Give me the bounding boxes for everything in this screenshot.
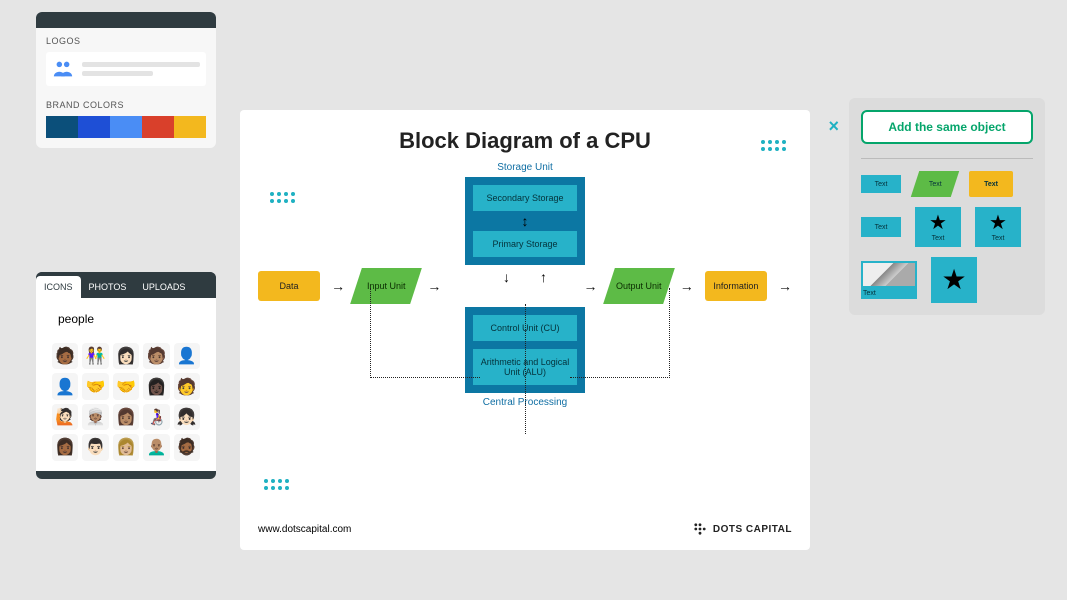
person-avatar-1[interactable]: 🧑🏾 <box>52 343 78 369</box>
brand-panel: LOGOS BRAND COLORS <box>36 12 216 148</box>
star-icon: ★ <box>929 213 947 233</box>
canvas-footer: www.dotscapital.com DOTS CAPITAL <box>258 522 792 536</box>
diagram-canvas[interactable]: Block Diagram of a CPU Storage Unit Seco… <box>240 110 810 550</box>
diagram-title: Block Diagram of a CPU <box>258 128 792 154</box>
brand-color-swatches <box>46 116 206 138</box>
handshake-icon-1[interactable]: 🤝 <box>82 373 108 399</box>
icon-tabs: ICONS PHOTOS UPLOADS <box>36 272 216 298</box>
silhouette-icon-2[interactable]: 👤 <box>52 373 78 399</box>
close-icon[interactable]: × <box>828 116 839 137</box>
information-node[interactable]: Information <box>705 271 767 301</box>
person-avatar-11[interactable]: 👨🏻 <box>82 434 108 460</box>
obj-cyan-rect[interactable]: Text <box>861 175 901 193</box>
dots-capital-icon <box>693 522 707 536</box>
obj-star-block-2[interactable]: ★Text <box>975 207 1021 247</box>
footer-url: www.dotscapital.com <box>258 524 351 535</box>
swatch-2[interactable] <box>78 116 110 138</box>
app-frame: LOGOS BRAND COLORS ICONS PHOTOS UPLOADS <box>0 0 1067 600</box>
star-icon: ★ <box>941 266 966 294</box>
person-avatar-10[interactable]: 👩🏾 <box>52 434 78 460</box>
object-panel: Add the same object Text Text Text Text … <box>849 98 1045 315</box>
handshake-icon-2[interactable]: 🤝 <box>113 373 139 399</box>
obj-cyan-small[interactable]: Text <box>861 217 901 237</box>
person-avatar-7[interactable]: 👳🏽 <box>82 404 108 430</box>
right-arrow-icon: → <box>680 278 694 294</box>
object-grid: Text Text Text Text ★Text ★Text Text ★ <box>861 171 1033 303</box>
swatch-3[interactable] <box>110 116 142 138</box>
person-avatar-13[interactable]: 👨🏽‍🦲 <box>143 434 169 460</box>
storage-unit-label: Storage Unit <box>497 162 553 173</box>
logos-label: LOGOS <box>36 28 216 48</box>
right-arrow-icon: → <box>331 278 345 294</box>
couple-icon[interactable]: 👫 <box>82 343 108 369</box>
person-avatar-5[interactable]: 🧑 <box>174 373 200 399</box>
person-avatar-12[interactable]: 👩🏼 <box>113 434 139 460</box>
dots-decoration-icon <box>264 479 289 490</box>
person-avatar-8[interactable]: 👩🏽 <box>113 404 139 430</box>
person-avatar-9[interactable]: 👧🏻 <box>174 404 200 430</box>
updown-arrow-icon: ↕ <box>473 213 577 229</box>
logo-preview[interactable] <box>46 52 206 86</box>
tab-photos[interactable]: PHOTOS <box>81 276 135 298</box>
swatch-4[interactable] <box>142 116 174 138</box>
tab-uploads[interactable]: UPLOADS <box>134 276 193 298</box>
person-avatar-6[interactable]: 🙋🏻 <box>52 404 78 430</box>
brand-panel-titlebar <box>36 12 216 28</box>
icon-grid: 🧑🏾👫👩🏻🧑🏽👤👤🤝🤝👩🏿🧑🙋🏻👳🏽👩🏽👩‍🦽👧🏻👩🏾👨🏻👩🏼👨🏽‍🦲🧔🏾 <box>48 339 204 465</box>
dotted-connector <box>370 288 480 378</box>
logo-text-placeholder <box>82 62 200 76</box>
right-arrow-icon: → <box>778 278 792 294</box>
star-icon: ★ <box>989 213 1007 233</box>
obj-photo-block[interactable]: Text <box>861 261 917 299</box>
photo-placeholder-icon <box>863 263 915 286</box>
primary-storage-block[interactable]: Primary Storage <box>473 231 577 257</box>
person-avatar-14[interactable]: 🧔🏾 <box>174 434 200 460</box>
silhouette-icon-1[interactable]: 👤 <box>174 343 200 369</box>
search-row <box>48 304 204 333</box>
obj-star-block[interactable]: ★Text <box>915 207 961 247</box>
swatch-1[interactable] <box>46 116 78 138</box>
add-same-object-button[interactable]: Add the same object <box>861 110 1033 144</box>
search-input[interactable] <box>56 310 215 328</box>
search-icon[interactable] <box>215 308 216 329</box>
panel-divider <box>861 158 1033 159</box>
obj-star-solo[interactable]: ★ <box>931 257 977 303</box>
swatch-5[interactable] <box>174 116 206 138</box>
dotted-connector <box>570 288 670 378</box>
obj-green-parallelogram[interactable]: Text <box>911 171 959 197</box>
tab-icons[interactable]: ICONS <box>36 276 81 298</box>
person-avatar-2[interactable]: 👩🏻 <box>113 343 139 369</box>
wheelchair-icon[interactable]: 👩‍🦽 <box>143 404 169 430</box>
person-avatar-4[interactable]: 👩🏿 <box>143 373 169 399</box>
dots-decoration-icon <box>761 140 786 151</box>
dotted-connector <box>525 304 526 434</box>
brand-colors-label: BRAND COLORS <box>36 92 216 112</box>
storage-group[interactable]: Secondary Storage ↕ Primary Storage <box>465 177 585 265</box>
people-logo-icon <box>52 58 74 80</box>
dots-decoration-icon <box>270 192 295 203</box>
obj-yellow-rect[interactable]: Text <box>969 171 1013 197</box>
secondary-storage-block[interactable]: Secondary Storage <box>473 185 577 211</box>
footer-brand: DOTS CAPITAL <box>693 522 792 536</box>
person-avatar-3[interactable]: 🧑🏽 <box>143 343 169 369</box>
icons-panel: ICONS PHOTOS UPLOADS 🧑🏾👫👩🏻🧑🏽👤👤🤝🤝👩🏿🧑🙋🏻👳🏽👩… <box>36 272 216 479</box>
data-node[interactable]: Data <box>258 271 320 301</box>
